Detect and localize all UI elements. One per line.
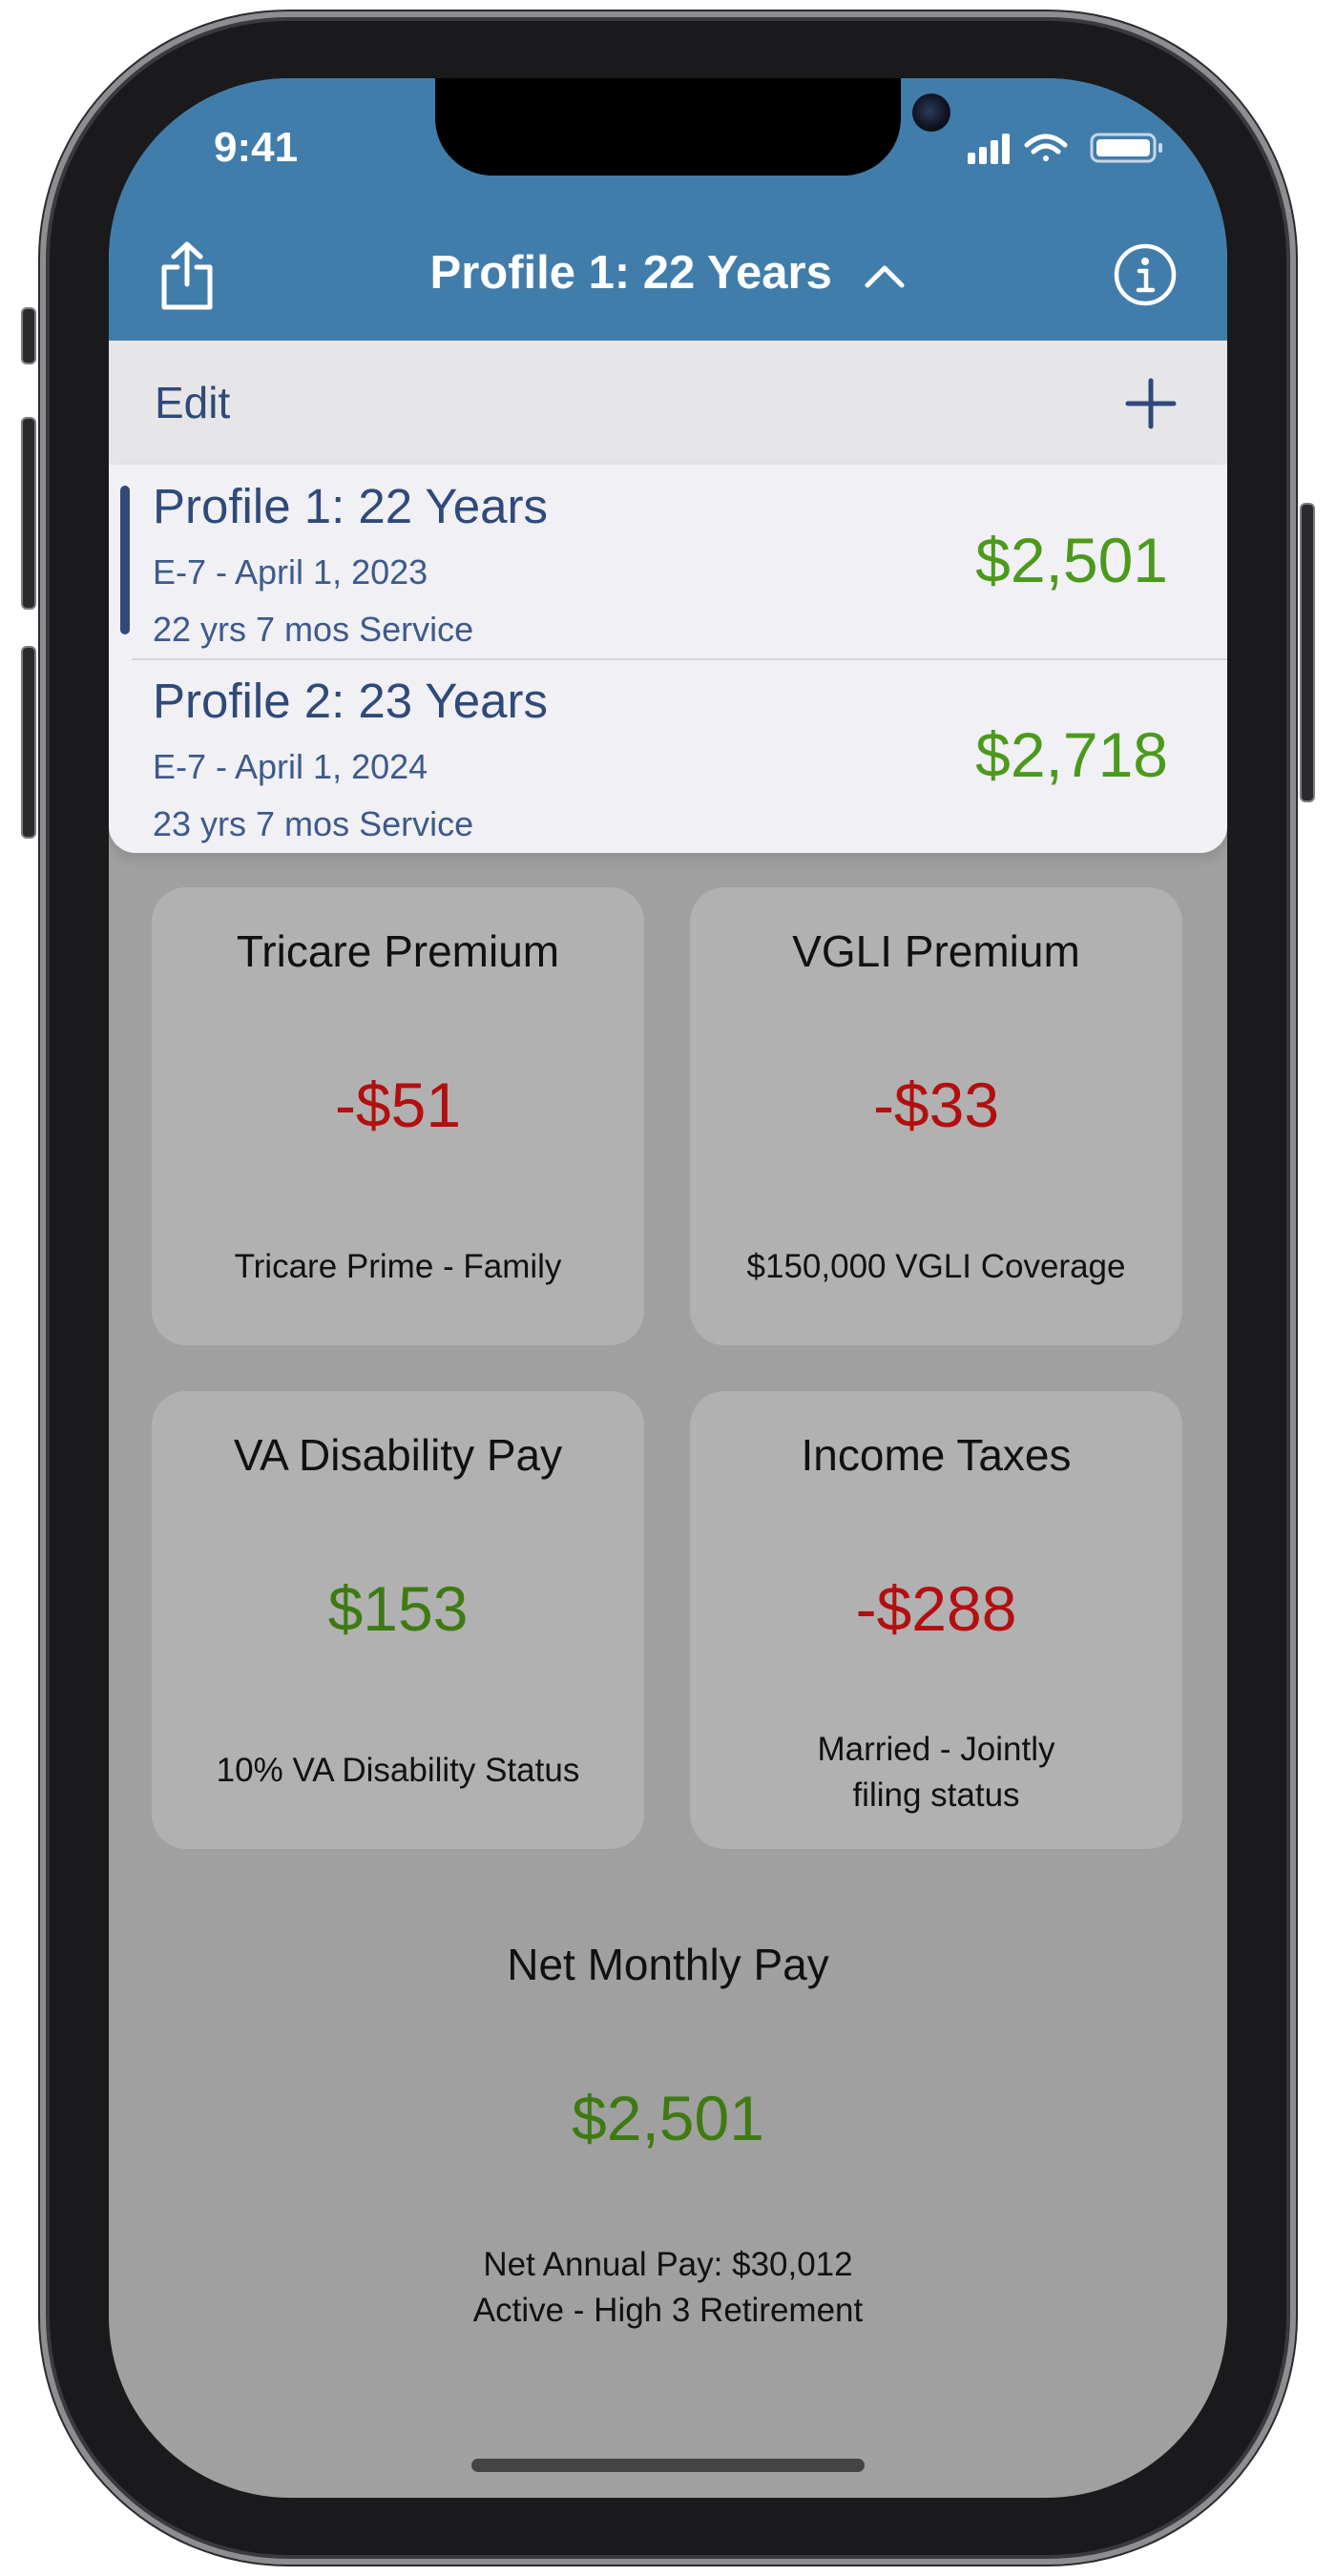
- profile-rank-date: E-7 - April 1, 2023: [153, 552, 428, 592]
- profile-name: Profile 2: 23 Years: [153, 674, 548, 728]
- wifi-icon: [1024, 134, 1068, 161]
- card-subtitle: Married - Jointly filing status: [817, 1731, 1055, 1814]
- va-disability-pay-card[interactable]: VA Disability Pay $153 10% VA Disability…: [152, 1391, 644, 1849]
- profile-name: Profile 1: 22 Years: [153, 479, 548, 533]
- profile-row-1[interactable]: Profile 1: 22 Years E-7 - April 1, 2023 …: [109, 465, 1227, 658]
- card-title: Income Taxes: [801, 1430, 1072, 1480]
- edit-bar: Edit: [109, 341, 1227, 465]
- nav-title-text: Profile 1: 22 Years: [429, 247, 832, 299]
- chevron-up-icon: [865, 265, 905, 288]
- home-indicator[interactable]: [471, 2459, 865, 2472]
- profile-pay: $2,501: [975, 525, 1168, 595]
- profile-service: 22 yrs 7 mos Service: [153, 610, 474, 649]
- net-pay-details: Net Annual Pay: $30,012 Active - High 3 …: [109, 2242, 1227, 2334]
- nav-title-row: Profile 1: 22 Years: [109, 240, 1227, 310]
- volume-down-button: [21, 646, 36, 839]
- screen: 9:41 Profile 1: 22 Years Edit Profile 1:…: [109, 78, 1227, 2498]
- status-time: 9:41: [214, 124, 299, 171]
- notch: [435, 78, 950, 176]
- battery-icon: [1090, 133, 1162, 163]
- profile-row-2[interactable]: Profile 2: 23 Years E-7 - April 1, 2024 …: [109, 659, 1227, 853]
- card-title: Tricare Premium: [236, 926, 560, 976]
- tricare-premium-card[interactable]: Tricare Premium -$51 Tricare Prime - Fam…: [152, 887, 644, 1345]
- net-monthly-pay-value: $2,501: [572, 2083, 764, 2153]
- card-subtitle: 10% VA Disability Status: [216, 1752, 580, 1789]
- card-subtitle: Tricare Prime - Family: [234, 1248, 562, 1285]
- front-camera: [912, 93, 950, 132]
- card-value: -$288: [855, 1573, 1017, 1644]
- card-value: $153: [327, 1573, 469, 1644]
- status-icons: [968, 133, 1162, 164]
- silent-switch: [21, 307, 36, 364]
- net-monthly-pay-title: Net Monthly Pay: [507, 1940, 829, 1989]
- card-title: VA Disability Pay: [233, 1430, 563, 1480]
- info-icon[interactable]: [1113, 242, 1178, 307]
- card-title: VGLI Premium: [792, 926, 1080, 976]
- profile-pay: $2,718: [975, 719, 1168, 790]
- signal-icon: [968, 134, 1010, 164]
- profile-service: 23 yrs 7 mos Service: [153, 804, 474, 843]
- card-value: -$51: [334, 1070, 462, 1140]
- vgli-premium-card[interactable]: VGLI Premium -$33 $150,000 VGLI Coverage: [690, 887, 1182, 1345]
- net-annual-pay: Net Annual Pay: $30,012: [483, 2246, 853, 2283]
- card-value: -$33: [872, 1070, 1000, 1140]
- edit-button[interactable]: Edit: [155, 377, 230, 428]
- income-taxes-card[interactable]: Income Taxes -$288 Married - Jointly fil…: [690, 1391, 1182, 1849]
- retirement-plan: Active - High 3 Retirement: [472, 2292, 864, 2329]
- profile-rank-date: E-7 - April 1, 2024: [153, 747, 428, 786]
- profile-selector-button[interactable]: Profile 1: 22 Years: [109, 246, 1227, 300]
- volume-up-button: [21, 417, 36, 610]
- plus-icon[interactable]: [1124, 377, 1178, 430]
- profile-list: Profile 1: 22 Years E-7 - April 1, 2023 …: [109, 465, 1227, 853]
- power-button: [1300, 503, 1315, 802]
- card-subtitle: $150,000 VGLI Coverage: [746, 1248, 1126, 1285]
